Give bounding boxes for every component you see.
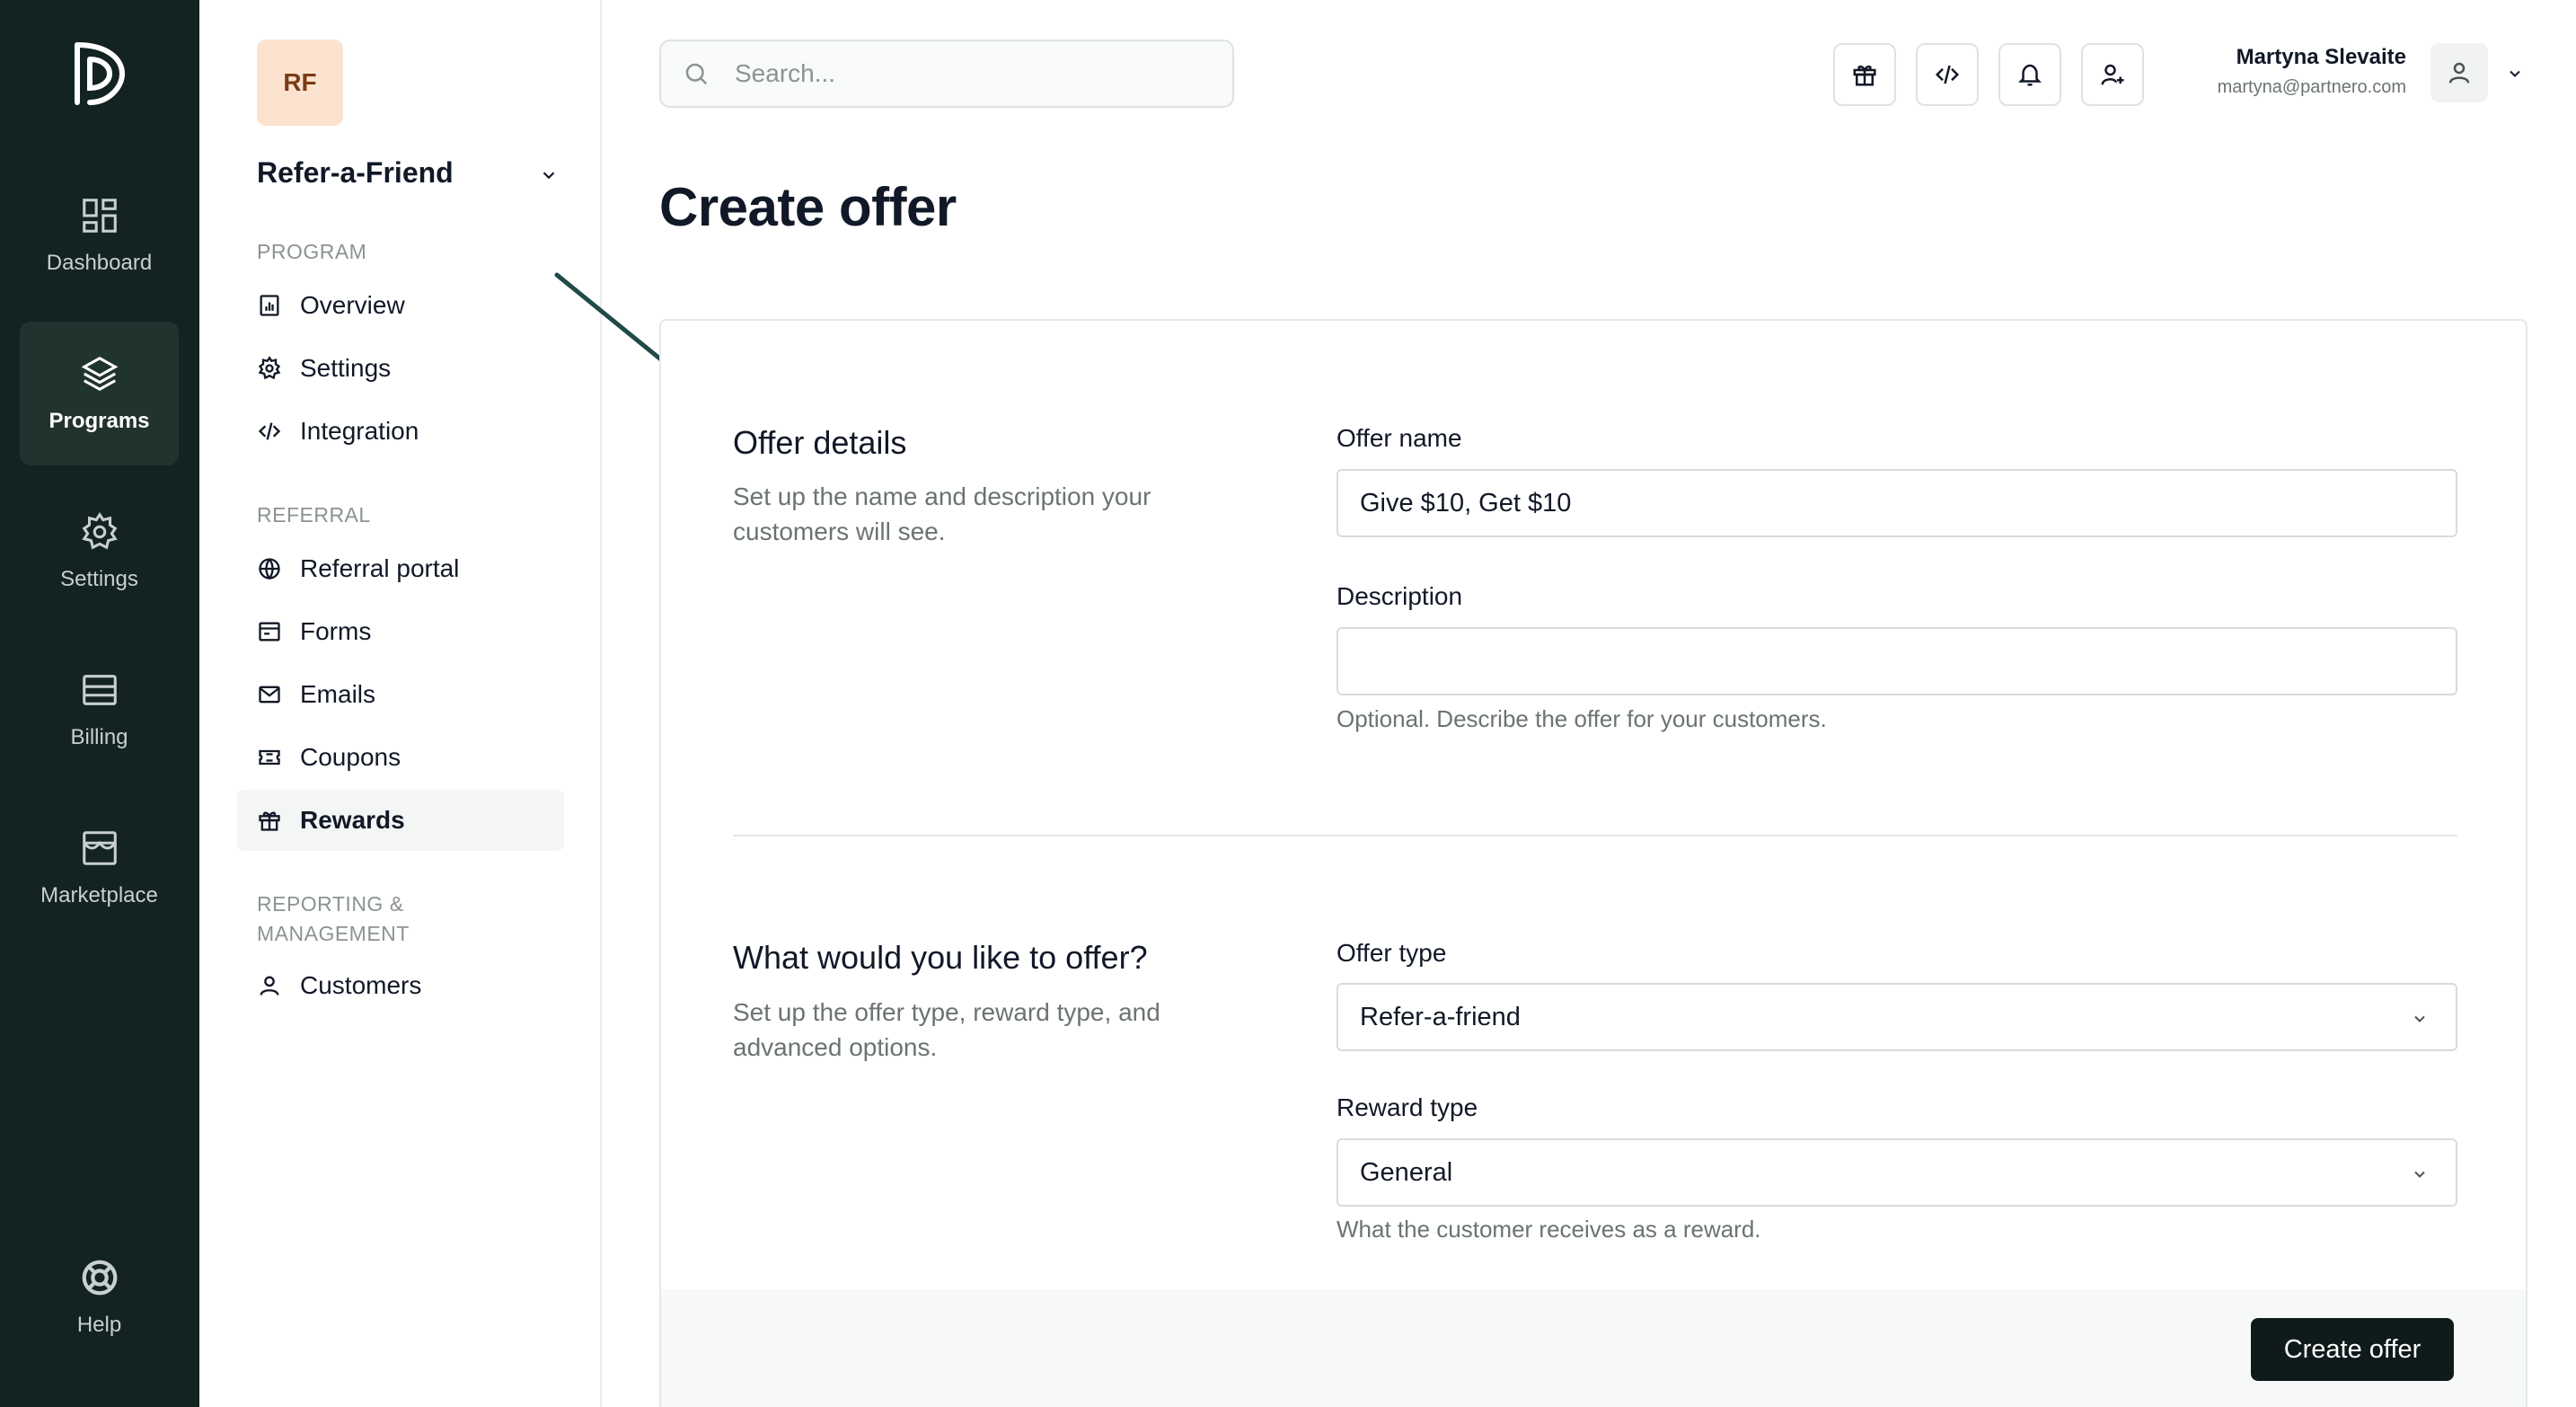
sidebar-item-label: Coupons [300,743,401,771]
rail-item-label: Billing [70,725,128,749]
sidebar-item-emails[interactable]: Emails [237,664,564,725]
offer-what-title: What would you like to offer? [733,939,1148,976]
lifebuoy-icon [82,1260,117,1296]
gift-icon [259,811,280,831]
user-email: martyna@partnero.com [2217,77,2406,97]
chevron-down-icon [2414,1015,2425,1022]
bell-icon [2017,64,2042,86]
notifications-button[interactable] [1998,43,2061,106]
sidebar-item-label: Integration [300,417,419,445]
user-avatar[interactable] [2430,43,2488,102]
code-icon [258,422,281,440]
description-label: Description [1337,582,1463,610]
sidebar-item-overview[interactable]: Overview [237,275,564,336]
sidebar-item-coupons[interactable]: Coupons [237,727,564,788]
rail-item-settings[interactable]: Settings [20,480,179,624]
reward-type-select[interactable]: General [1337,1138,2457,1207]
sidebar-item-label: Customers [300,971,422,999]
program-switcher[interactable]: Refer-a-Friend [257,156,454,190]
sidebar-item-referral-portal[interactable]: Referral portal [237,538,564,599]
chevron-down-icon[interactable] [539,165,559,185]
rail-item-dashboard[interactable]: Dashboard [20,164,179,307]
offer-name-label: Offer name [1337,424,1462,452]
layers-icon [81,356,118,392]
section-label-program: PROGRAM [257,240,367,263]
offer-type-select[interactable]: Refer-a-friend [1337,983,2457,1051]
globe-icon [259,558,280,580]
offer-name-input[interactable] [1360,488,2456,518]
gift-icon [1853,65,1876,86]
program-sidebar: RF Refer-a-Friend PROGRAM Overview Setti… [199,0,602,1407]
offer-details-title: Offer details [733,424,907,461]
rail-item-label: Dashboard [46,251,153,275]
search-icon [685,63,708,85]
rail-item-programs[interactable]: Programs [20,322,179,465]
offer-name-field[interactable] [1337,469,2457,537]
user-icon [260,976,279,996]
user-name: Martyna Slevaite [2236,45,2406,69]
form-icon [259,622,280,642]
description-field[interactable] [1337,627,2457,695]
sidebar-item-label: Forms [300,617,372,645]
dashboard-icon [82,199,117,233]
sidebar-item-customers[interactable]: Customers [237,955,564,1016]
store-icon [82,831,117,865]
sidebar-item-label: Rewards [300,806,405,834]
sidebar-item-label: Settings [300,354,392,382]
rail-item-billing[interactable]: Billing [20,638,179,782]
code-button[interactable] [1916,43,1979,106]
sidebar-item-label: Emails [300,680,376,708]
section-label-reporting: REPORTING & MANAGEMENT [257,892,410,945]
offer-type-value: Refer-a-friend [1360,1002,1521,1031]
sidebar-item-settings[interactable]: Settings [237,338,564,399]
mail-icon [259,686,280,704]
search-box[interactable] [659,40,1234,108]
chevron-down-icon[interactable] [2506,65,2524,83]
user-plus-icon [2101,64,2124,85]
offer-form-card: Offer details Set up the name and descri… [659,319,2527,1407]
create-offer-button[interactable]: Create offer [2251,1318,2454,1381]
rail-item-label: Settings [60,567,138,591]
code-icon [1935,65,1960,84]
search-input[interactable] [735,59,1184,88]
sidebar-item-rewards[interactable]: Rewards [237,790,564,851]
app-rail: Dashboard Programs Settings Billing Mark… [0,0,199,1407]
reward-type-label: Reward type [1337,1093,1478,1121]
sidebar-item-label: Overview [300,291,405,319]
partnero-logo-icon[interactable] [72,38,128,110]
sidebar-item-integration[interactable]: Integration [237,401,564,462]
rail-item-label: Programs [49,409,150,433]
rail-item-marketplace[interactable]: Marketplace [20,796,179,940]
billing-icon [82,675,117,705]
description-input[interactable] [1360,646,2456,677]
offer-type-label: Offer type [1337,939,1447,967]
sidebar-item-label: Referral portal [300,554,460,582]
rail-item-label: Marketplace [40,883,158,907]
offer-details-description: Set up the name and description your cus… [733,482,1151,545]
rail-item-label: Help [76,1313,122,1337]
invite-user-button[interactable] [2081,43,2144,106]
section-divider [733,835,2457,836]
rail-item-help[interactable]: Help [20,1226,179,1369]
gear-icon [258,356,281,380]
ticket-icon [259,749,280,765]
sidebar-item-forms[interactable]: Forms [237,601,564,662]
gift-button[interactable] [1833,43,1896,106]
reward-type-value: General [1360,1157,1453,1187]
chart-document-icon [260,295,279,316]
user-icon [2448,62,2470,84]
form-footer [661,1289,2526,1407]
page-title: Create offer [659,177,957,237]
chevron-down-icon [2414,1171,2425,1178]
section-label-referral: REFERRAL [257,503,371,527]
reward-type-hint: What the customer receives as a reward. [1337,1216,1761,1243]
gear-icon [81,512,118,550]
description-hint: Optional. Describe the offer for your cu… [1337,705,1827,732]
offer-what-description: Set up the offer type, reward type, and … [733,998,1160,1061]
program-avatar: RF [257,40,343,126]
